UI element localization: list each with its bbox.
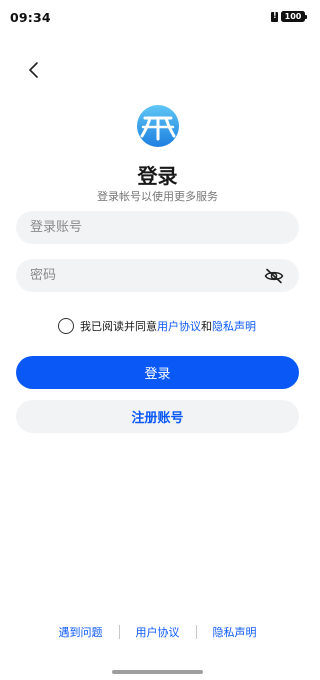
chevron-left-icon <box>29 62 38 78</box>
home-indicator[interactable] <box>112 670 203 674</box>
page-subtitle: 登录帐号以使用更多服务 <box>97 190 218 203</box>
eye-off-icon <box>264 268 284 283</box>
user-agreement-link[interactable]: 用户协议 <box>157 318 201 334</box>
agreement-prefix: 我已阅读并同意 <box>80 320 157 333</box>
sim-alert-icon <box>271 11 278 22</box>
footer-privacy-link[interactable]: 隐私声明 <box>197 624 273 640</box>
app-logo-icon <box>137 105 179 147</box>
footer-links: 遇到问题 用户协议 隐私声明 <box>0 624 315 640</box>
footer-user-agreement-link[interactable]: 用户协议 <box>120 624 196 640</box>
status-bar: 09:34 100 <box>0 0 315 36</box>
agreement-checkbox[interactable] <box>58 318 74 334</box>
back-button[interactable] <box>22 58 46 82</box>
status-time: 09:34 <box>10 10 51 25</box>
agreement-and: 和 <box>201 320 212 333</box>
status-icons: 100 <box>271 11 307 22</box>
login-button[interactable]: 登录 <box>16 356 299 389</box>
account-input[interactable] <box>30 220 285 235</box>
privacy-link[interactable]: 隐私声明 <box>212 318 256 334</box>
page-title: 登录 <box>137 164 178 188</box>
toggle-password-visibility-button[interactable] <box>263 265 285 287</box>
battery-icon: 100 <box>281 11 307 22</box>
register-button[interactable]: 注册账号 <box>16 400 299 433</box>
password-field[interactable] <box>16 259 299 292</box>
battery-level: 100 <box>284 12 302 21</box>
agreement-row: 我已阅读并同意 用户协议 和 隐私声明 <box>58 318 256 334</box>
password-input[interactable] <box>30 268 263 283</box>
footer-problem-link[interactable]: 遇到问题 <box>43 624 119 640</box>
account-field[interactable] <box>16 211 299 244</box>
